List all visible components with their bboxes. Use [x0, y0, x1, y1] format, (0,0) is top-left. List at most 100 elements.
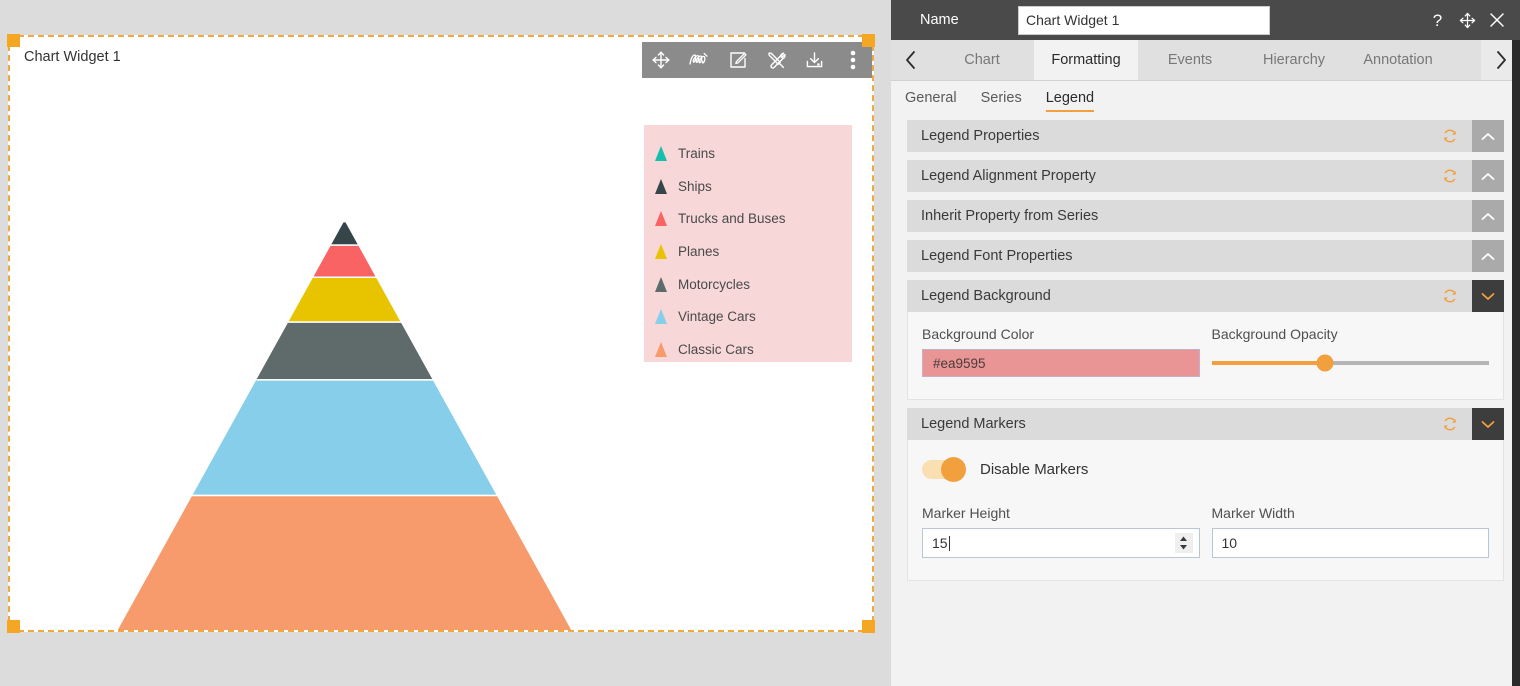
pyramid-chart[interactable]: Trains Ships Trucks and Buses Planes Motorcy…	[10, 79, 872, 630]
background-opacity-label: Background Opacity	[1211, 326, 1338, 342]
legend-item[interactable]: Vintage Cars	[654, 300, 852, 333]
section-inherit-property-header[interactable]: Inherit Property from Series	[907, 200, 1504, 232]
resize-handle-top-right[interactable]	[862, 34, 875, 47]
more-options-icon[interactable]	[836, 43, 870, 77]
marker-height-label: Marker Height	[922, 505, 1010, 521]
subtab-general[interactable]: General	[905, 90, 957, 110]
tab-label: Hierarchy	[1262, 52, 1326, 68]
tab-label: Events	[1167, 52, 1213, 68]
pyramid-segment[interactable]	[254, 321, 435, 381]
legend-item-label: Trucks and Buses	[678, 211, 786, 227]
reset-icon[interactable]	[1440, 166, 1460, 186]
widget-toolbar[interactable]	[642, 42, 872, 78]
tab-label: Annotation	[1363, 52, 1433, 68]
section-legend-alignment: Legend Alignment Property	[907, 160, 1504, 192]
tab-events[interactable]: Events	[1138, 40, 1242, 80]
background-color-swatch[interactable]: #ea9595	[922, 349, 1200, 377]
tools-icon[interactable]	[759, 43, 793, 77]
tab-hierarchy[interactable]: Hierarchy	[1242, 40, 1346, 80]
reset-icon[interactable]	[1440, 126, 1460, 146]
background-opacity-slider[interactable]	[1211, 349, 1489, 377]
legend-item[interactable]: Trains	[654, 137, 852, 170]
chevron-down-icon[interactable]	[1472, 408, 1504, 440]
section-legend-properties: Legend Properties	[907, 120, 1504, 152]
chevron-up-icon[interactable]	[1472, 200, 1504, 232]
legend-item-label: Motorcycles	[678, 276, 751, 292]
legend-marker-triangle-icon	[654, 308, 668, 325]
legend-item[interactable]: Motorcycles	[654, 268, 852, 301]
tab-chart[interactable]: Chart	[930, 40, 1034, 80]
legend-marker-triangle-icon	[654, 243, 668, 260]
marker-width-label: Marker Width	[1211, 505, 1295, 521]
pyramid-segment[interactable]	[328, 220, 361, 246]
section-title: Inherit Property from Series	[921, 208, 1099, 224]
edit-icon[interactable]	[721, 43, 755, 77]
subtab-series[interactable]: Series	[981, 90, 1022, 110]
background-opacity-field: Background Opacity	[1211, 326, 1489, 377]
reset-icon[interactable]	[1440, 286, 1460, 306]
help-icon[interactable]: ?	[1424, 7, 1450, 33]
scribble-icon[interactable]	[682, 43, 716, 77]
slider-thumb[interactable]	[1316, 354, 1334, 372]
resize-handle-top-left[interactable]	[7, 34, 20, 47]
svg-text:?: ?	[1432, 11, 1441, 30]
panel-scrollbar[interactable]	[1512, 40, 1520, 686]
design-canvas[interactable]: Chart Widget 1 Trains Ships Trucks and B…	[0, 0, 891, 686]
tab-label: Chart	[964, 52, 1000, 68]
marker-height-stepper[interactable]	[1174, 533, 1193, 553]
legend-marker-triangle-icon	[654, 145, 668, 162]
section-legend-properties-header[interactable]: Legend Properties	[907, 120, 1504, 152]
close-icon[interactable]	[1484, 7, 1510, 33]
legend-item-label: Vintage Cars	[678, 309, 756, 325]
move-icon[interactable]	[644, 43, 678, 77]
section-legend-background: Legend Background Background Color #ea95…	[907, 280, 1504, 400]
pyramid-segment[interactable]	[286, 276, 403, 323]
chevron-up-icon[interactable]	[1472, 120, 1504, 152]
widget-name-input[interactable]	[1018, 5, 1270, 35]
marker-height-field: Marker Height 15	[922, 505, 1200, 558]
panel-header: Name ?	[891, 0, 1520, 40]
legend-item[interactable]: Trucks and Buses	[654, 202, 852, 235]
chart-legend[interactable]: Trains Ships Trucks and Buses Planes Motorcy…	[644, 125, 852, 362]
resize-handle-bottom-left[interactable]	[7, 620, 20, 633]
name-label: Name	[920, 12, 959, 28]
pyramid-segment[interactable]	[310, 244, 379, 278]
panel-tabs[interactable]: Chart Formatting Events Hierarchy Annotation	[891, 40, 1520, 81]
background-color-field: Background Color #ea9595	[922, 326, 1200, 377]
section-legend-markers-header[interactable]: Legend Markers	[907, 408, 1504, 440]
legend-item-label: Ships	[678, 178, 712, 194]
marker-width-input[interactable]: 10	[1211, 528, 1489, 558]
chevron-down-icon[interactable]	[1472, 280, 1504, 312]
tab-scroll-prev-icon[interactable]	[891, 40, 930, 80]
download-icon[interactable]	[797, 43, 831, 77]
reset-icon[interactable]	[1440, 414, 1460, 434]
tab-annotation[interactable]: Annotation	[1346, 40, 1450, 80]
section-legend-background-header[interactable]: Legend Background	[907, 280, 1504, 312]
disable-markers-toggle[interactable]	[922, 457, 966, 482]
marker-width-field: Marker Width 10	[1211, 505, 1489, 558]
legend-markers-body: Disable Markers Marker Height 15 Marker …	[907, 440, 1504, 581]
section-legend-alignment-header[interactable]: Legend Alignment Property	[907, 160, 1504, 192]
widget-title: Chart Widget 1	[24, 49, 121, 65]
section-legend-font: Legend Font Properties	[907, 240, 1504, 272]
panel-subtabs[interactable]: General Series Legend	[891, 81, 1520, 118]
resize-handle-bottom-right[interactable]	[862, 620, 875, 633]
legend-marker-triangle-icon	[654, 210, 668, 227]
section-title: Legend Markers	[921, 416, 1026, 432]
legend-marker-triangle-icon	[654, 341, 668, 358]
panel-move-icon[interactable]	[1454, 7, 1480, 33]
legend-item[interactable]: Ships	[654, 170, 852, 203]
marker-height-input[interactable]: 15	[922, 528, 1200, 558]
text-caret	[948, 535, 950, 551]
tab-formatting[interactable]: Formatting	[1034, 40, 1138, 80]
chevron-up-icon[interactable]	[1472, 240, 1504, 272]
subtab-legend[interactable]: Legend	[1045, 90, 1095, 112]
chart-widget-container[interactable]: Chart Widget 1 Trains Ships Trucks and B…	[7, 34, 875, 633]
pyramid-segment[interactable]	[108, 494, 582, 630]
legend-item[interactable]: Classic Cars	[654, 333, 852, 366]
properties-panel[interactable]: Name ?	[891, 0, 1520, 686]
chevron-up-icon[interactable]	[1472, 160, 1504, 192]
section-legend-font-header[interactable]: Legend Font Properties	[907, 240, 1504, 272]
legend-item[interactable]: Planes	[654, 235, 852, 268]
pyramid-segment[interactable]	[190, 379, 499, 497]
